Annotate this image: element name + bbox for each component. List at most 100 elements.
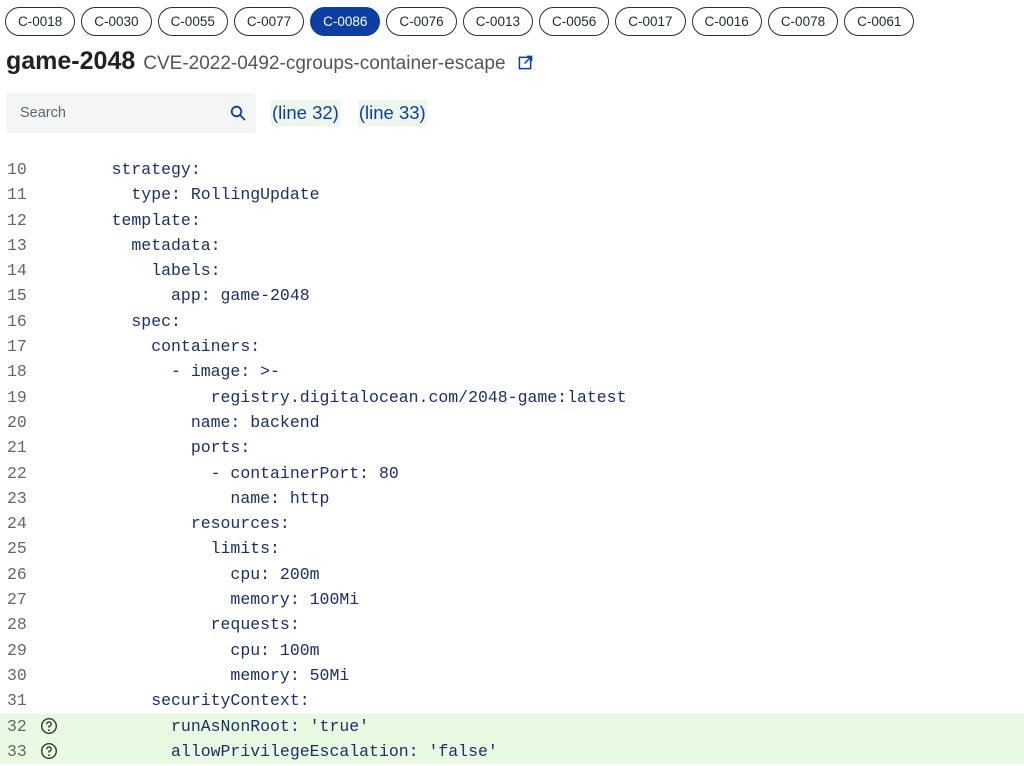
code-gutter (40, 208, 72, 233)
code-text: type: RollingUpdate (72, 185, 320, 205)
line-number: 20 (7, 412, 27, 432)
line-number: 10 (7, 160, 27, 179)
control-pill-c-0077[interactable]: C-0077 (233, 7, 305, 36)
search-input[interactable] (18, 104, 202, 122)
code-line: 22 - containerPort: 80 (0, 461, 1024, 486)
code-text: name: backend (72, 412, 320, 432)
control-pill-c-0030[interactable]: C-0030 (81, 7, 152, 36)
code-text: metadata: (72, 235, 221, 255)
control-pill-c-0056[interactable]: C-0056 (538, 7, 610, 36)
code-gutter (40, 461, 72, 486)
code-line: 20 name: backend (0, 410, 1024, 435)
line-number: 22 (7, 463, 27, 483)
code-gutter (40, 486, 72, 511)
line-number: 23 (7, 488, 27, 508)
code-text: securityContext: (72, 691, 310, 711)
code-text: ports: (72, 438, 251, 458)
code-gutter (40, 233, 72, 258)
line-link[interactable]: (line 33) (357, 100, 427, 126)
line-number: 27 (7, 590, 27, 610)
code-line: 16 spec: (0, 309, 1024, 334)
control-pill-c-0061[interactable]: C-0061 (844, 7, 915, 36)
help-circle-icon[interactable] (40, 717, 58, 735)
code-gutter (40, 663, 72, 688)
code-gutter (40, 157, 72, 182)
code-gutter (40, 385, 72, 410)
code-gutter (40, 562, 72, 587)
code-text: template: (72, 210, 201, 230)
code-text: - image: >- (72, 362, 280, 382)
code-text: containers: (72, 337, 261, 357)
code-line: 14 labels: (0, 258, 1024, 283)
code-text: name: http (72, 488, 330, 508)
search-row: (line 32) (line 33) (6, 93, 427, 133)
control-pill-bar: C-0018 C-0030 C-0055 C-0077 C-0086 C-0076 C-00… (5, 7, 1024, 36)
line-number: 24 (7, 514, 27, 534)
code-text: strategy: (72, 160, 201, 179)
control-pill-c-0017[interactable]: C-0017 (615, 7, 686, 36)
code-gutter (40, 688, 72, 713)
code-text: cpu: 100m (72, 640, 320, 660)
line-number: 30 (7, 665, 27, 685)
line-number: 18 (7, 362, 27, 382)
code-line: 19 registry.digitalocean.com/2048-game:l… (0, 385, 1024, 410)
code-gutter (40, 182, 72, 207)
line-number: 25 (7, 539, 27, 559)
line-number: 26 (7, 564, 27, 584)
code-gutter (40, 714, 72, 739)
line-number: 33 (7, 741, 27, 761)
line-number: 11 (7, 185, 27, 205)
control-pill-c-0055[interactable]: C-0055 (157, 7, 228, 36)
code-gutter (40, 435, 72, 460)
cve-name: CVE-2022-0492-cgroups-container-escape (143, 53, 506, 74)
code-line: 10 strategy: (0, 157, 1024, 182)
control-pill-c-0078[interactable]: C-0078 (767, 7, 839, 36)
code-text: registry.digitalocean.com/2048-game:late… (72, 387, 627, 407)
control-pill-c-0013[interactable]: C-0013 (462, 7, 533, 36)
code-text: labels: (72, 261, 221, 281)
help-circle-icon[interactable] (40, 742, 58, 760)
code-line: 31 securityContext: (0, 688, 1024, 713)
line-number: 28 (7, 615, 27, 635)
control-pill-c-0086[interactable]: C-0086 (310, 7, 381, 36)
line-number: 19 (7, 387, 27, 407)
code-gutter (40, 587, 72, 612)
code-line: 12 template: (0, 208, 1024, 233)
line-number: 15 (7, 286, 27, 306)
code-gutter (40, 612, 72, 637)
code-line: 26 cpu: 200m (0, 562, 1024, 587)
code-text: resources: (72, 514, 290, 534)
code-gutter (40, 511, 72, 536)
code-text: app: game-2048 (72, 286, 310, 306)
line-number: 12 (7, 210, 27, 230)
search-box[interactable] (6, 93, 256, 133)
line-number: 29 (7, 640, 27, 660)
code-gutter (40, 334, 72, 359)
code-line: 18 - image: >- (0, 359, 1024, 384)
code-text: allowPrivilegeEscalation: 'false' (72, 741, 498, 761)
external-link-icon[interactable] (518, 55, 533, 70)
control-pill-c-0076[interactable]: C-0076 (386, 7, 457, 36)
code-text: memory: 50Mi (72, 665, 350, 685)
page-title: game-2048 CVE-2022-0492-cgroups-containe… (6, 47, 533, 76)
code-text: memory: 100Mi (72, 590, 360, 610)
line-number: 32 (7, 716, 27, 736)
code-gutter (40, 536, 72, 561)
code-line: 23 name: http (0, 486, 1024, 511)
control-pill-c-0018[interactable]: C-0018 (5, 7, 76, 36)
control-pill-c-0016[interactable]: C-0016 (691, 7, 762, 36)
line-number: 21 (7, 438, 27, 458)
line-links: (line 32) (line 33) (271, 100, 427, 126)
search-icon[interactable] (230, 105, 246, 121)
line-number: 17 (7, 337, 27, 357)
code-gutter (40, 283, 72, 308)
code-line: 30 memory: 50Mi (0, 663, 1024, 688)
code-line: 15 app: game-2048 (0, 283, 1024, 308)
code-line: 29 cpu: 100m (0, 638, 1024, 663)
code-line: 32 runAsNonRoot: 'true' (0, 713, 1024, 739)
code-gutter (40, 359, 72, 384)
line-link[interactable]: (line 32) (271, 100, 340, 126)
code-line: 24 resources: (0, 511, 1024, 536)
code-text: spec: (72, 311, 181, 331)
code-gutter (40, 739, 72, 764)
